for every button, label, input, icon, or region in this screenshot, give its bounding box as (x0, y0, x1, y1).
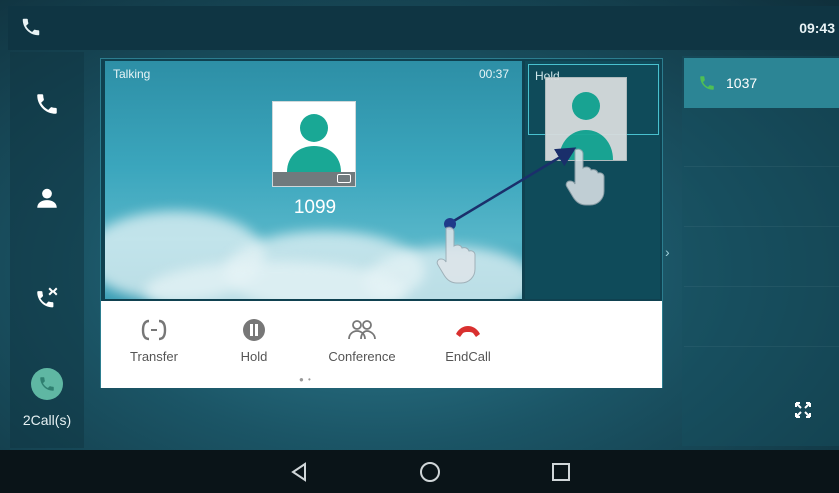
call-history-icon (37, 287, 58, 308)
sidebar-item-phone[interactable] (29, 86, 65, 122)
hold-button[interactable]: Hold (209, 315, 299, 364)
end-call-label: EndCall (445, 349, 491, 364)
call-panel: Talking 00:37 1099 Hold Transfer Hold Co… (100, 58, 663, 388)
fullscreen-icon[interactable] (793, 400, 813, 420)
end-call-icon (456, 326, 480, 337)
phone-screen: 09:43 2Call(s) Talking 00:37 1099 Hold T… (0, 0, 839, 493)
navigation-bar (0, 450, 839, 493)
active-call-icon (40, 377, 54, 391)
expand-arrow-icon[interactable]: › (665, 244, 670, 260)
page-indicator: ● • (299, 375, 312, 384)
status-bar: 09:43 (8, 6, 839, 50)
transfer-icon (141, 319, 167, 341)
hold-call-area[interactable]: Hold (525, 61, 660, 299)
contacts-icon (37, 188, 57, 208)
back-icon[interactable] (287, 460, 311, 484)
call-action-bar: Transfer Hold Conference EndCall ● • (101, 301, 662, 388)
call-number: 1037 (726, 75, 758, 91)
sidebar-item-call-history[interactable] (29, 280, 65, 316)
home-icon[interactable] (418, 460, 442, 484)
sidebar-item-contacts[interactable] (29, 180, 65, 216)
call-list-item[interactable]: 1037 (684, 58, 839, 108)
conference-label: Conference (328, 349, 396, 364)
hold-caller-avatar (545, 77, 627, 161)
recents-icon[interactable] (549, 460, 573, 484)
conference-button[interactable]: Conference (317, 315, 407, 364)
caller-number: 1099 (293, 197, 337, 218)
talking-call-area[interactable]: Talking 00:37 1099 (105, 61, 522, 299)
call-status-label: Talking (113, 67, 151, 81)
conference-icon (348, 320, 376, 340)
contact-avatar-icon (559, 92, 613, 160)
call-timer: 00:37 (479, 67, 510, 81)
calls-count-label: 2Call(s) (22, 412, 72, 428)
hold-icon (243, 319, 265, 341)
clock: 09:43 (799, 20, 835, 36)
phone-icon (700, 76, 714, 90)
transfer-button[interactable]: Transfer (109, 315, 199, 364)
transfer-label: Transfer (130, 349, 178, 364)
end-call-button[interactable]: EndCall (423, 315, 513, 364)
phone-icon (37, 94, 57, 114)
active-calls-button[interactable] (31, 368, 63, 400)
caller-avatar (272, 101, 356, 187)
call-list-panel: 1037 (682, 56, 839, 446)
hold-label: Hold (240, 349, 268, 364)
phone-icon (22, 18, 40, 36)
left-sidebar: 2Call(s) (10, 52, 84, 448)
contact-avatar-icon (287, 114, 341, 172)
